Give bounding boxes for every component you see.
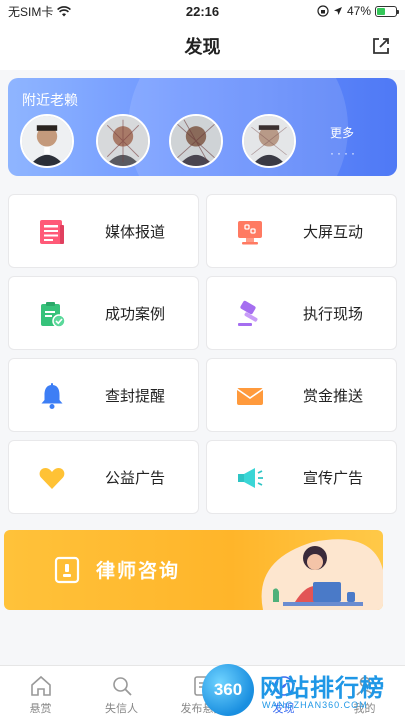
tab-publish[interactable]: 发布悬赏: [162, 666, 243, 720]
battery-fill: [377, 7, 386, 15]
search-icon: [112, 677, 132, 696]
tab-mine[interactable]: 我的: [324, 666, 405, 720]
carrier-label: 无SIM卡: [8, 4, 54, 19]
heart-icon: [39, 468, 65, 489]
clipboard-check-icon: [41, 302, 66, 328]
tab-dishonest[interactable]: 失信人: [81, 666, 162, 720]
more-dots: ····: [330, 146, 358, 160]
tab-label: 悬赏: [29, 703, 52, 715]
megaphone-icon: [238, 468, 263, 488]
avatar[interactable]: [242, 114, 296, 168]
grid-item-big-screen[interactable]: 大屏互动: [206, 194, 397, 268]
wifi-icon: [57, 5, 72, 16]
nearby-debtors-banner[interactable]: 附近老赖 更多 ····: [8, 78, 397, 176]
status-left: 无SIM卡: [8, 3, 72, 20]
grid-item-execution-scene[interactable]: 执行现场: [206, 276, 397, 350]
tab-bar: 悬赏 失信人 发布悬赏 发现 我的: [0, 665, 405, 720]
grid-item-label: 赏金推送: [303, 387, 364, 405]
grid-item-label: 公益广告: [105, 469, 166, 487]
grid-item-label: 查封提醒: [105, 387, 166, 405]
grid-item-promo-ad[interactable]: 宣传广告: [206, 440, 397, 514]
grid-item-label: 宣传广告: [303, 469, 364, 487]
tab-label: 我的: [353, 703, 376, 715]
grid-item-label: 成功案例: [105, 305, 166, 323]
status-bar: 无SIM卡 22:16 47%: [0, 0, 405, 22]
bell-icon: [41, 383, 63, 409]
tab-bounty[interactable]: 悬赏: [0, 666, 81, 720]
document-icon: [54, 556, 80, 584]
grid-item-success-cases[interactable]: 成功案例: [8, 276, 199, 350]
grid-item-public-ad[interactable]: 公益广告: [8, 440, 199, 514]
envelope-icon: [236, 388, 264, 405]
grid-item-media-report[interactable]: 媒体报道: [8, 194, 199, 268]
status-right: 47%: [317, 4, 399, 18]
screen-icon: [238, 221, 262, 245]
nearby-title: 附近老赖: [22, 92, 78, 108]
battery-icon: [375, 5, 399, 17]
lawyer-consult-label: 律师咨询: [96, 561, 181, 582]
location-icon: [333, 7, 342, 15]
publish-icon: [193, 676, 212, 696]
grid-item-seal-reminder[interactable]: 查封提醒: [8, 358, 199, 432]
lawyer-consult-banner[interactable]: 律师咨询: [4, 530, 383, 610]
battery-percent: 47%: [346, 4, 371, 18]
lock-rotation-icon: [317, 5, 329, 17]
newspaper-icon: [40, 220, 64, 244]
avatar[interactable]: [169, 114, 223, 168]
tab-label: 发布悬赏: [180, 703, 225, 715]
discover-icon: [273, 676, 294, 696]
lawyer-illustration: [261, 539, 383, 610]
home-icon: [30, 675, 51, 696]
grid-item-label: 大屏互动: [303, 223, 364, 241]
tab-discover[interactable]: 发现: [243, 666, 324, 720]
grid-item-label: 媒体报道: [105, 223, 166, 241]
profile-icon: [355, 676, 374, 696]
more-link[interactable]: 更多: [330, 124, 354, 141]
tab-label: 发现: [272, 703, 295, 715]
avatar[interactable]: [96, 114, 150, 168]
page-title: 发现: [184, 37, 221, 57]
avatar[interactable]: [20, 114, 74, 168]
share-icon[interactable]: [369, 34, 393, 58]
gavel-icon: [238, 300, 258, 326]
grid-item-bounty-push[interactable]: 赏金推送: [206, 358, 397, 432]
nav-bar: 发现: [0, 22, 405, 70]
grid-item-label: 执行现场: [303, 305, 364, 323]
tab-label: 失信人: [105, 703, 138, 715]
